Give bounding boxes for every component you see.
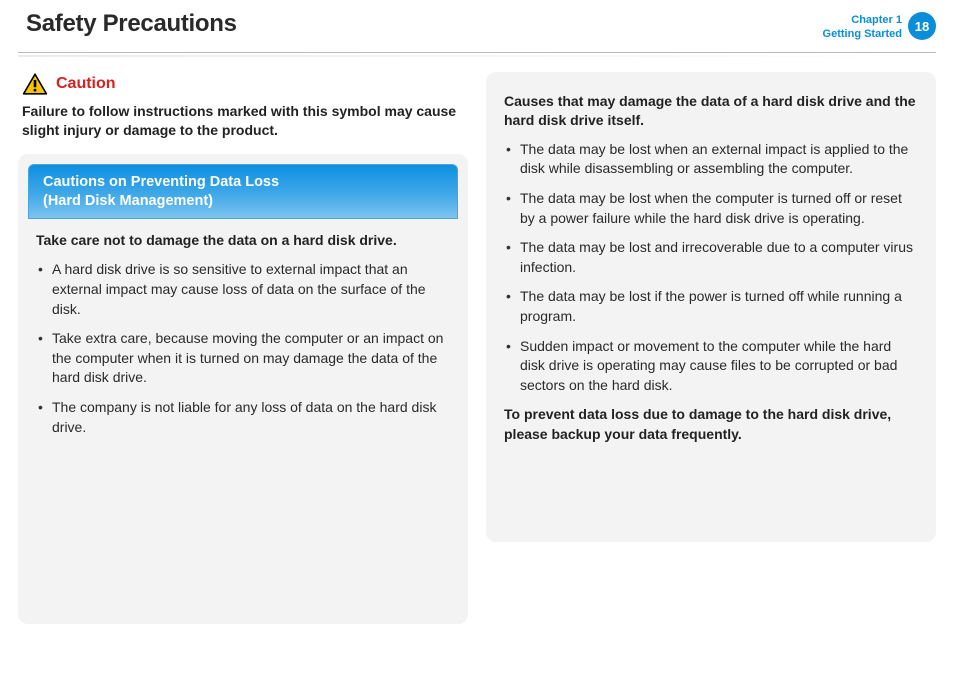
chapter-line-1: Chapter 1 <box>823 14 902 28</box>
list-item: The data may be lost when the computer i… <box>504 189 918 228</box>
left-column: Caution Failure to follow instructions m… <box>18 72 468 624</box>
right-subhead: Causes that may damage the data of a har… <box>504 92 918 130</box>
list-item: A hard disk drive is so sensitive to ext… <box>36 260 450 319</box>
right-column: Causes that may damage the data of a har… <box>486 72 936 624</box>
list-item: The data may be lost and irrecoverable d… <box>504 238 918 277</box>
page-header: Safety Precautions Chapter 1 Getting Sta… <box>0 0 954 52</box>
left-subhead: Take care not to damage the data on a ha… <box>36 231 450 250</box>
list-item: Take extra care, because moving the comp… <box>36 329 450 388</box>
caution-lead-text: Failure to follow instructions marked wi… <box>22 102 462 140</box>
banner-line-2: (Hard Disk Management) <box>43 192 443 211</box>
chapter-line-2: Getting Started <box>823 28 902 42</box>
right-panel: Causes that may damage the data of a har… <box>486 72 936 542</box>
page-number-badge: 18 <box>908 12 936 40</box>
warning-triangle-icon <box>22 72 48 96</box>
page-title: Safety Precautions <box>26 10 237 38</box>
list-item: The data may be lost when an external im… <box>504 140 918 179</box>
list-item: The data may be lost if the power is tur… <box>504 287 918 326</box>
content-columns: Caution Failure to follow instructions m… <box>0 72 954 624</box>
header-divider <box>18 52 936 58</box>
left-list: A hard disk drive is so sensitive to ext… <box>36 260 450 437</box>
caution-row: Caution <box>18 72 468 96</box>
closing-note: To prevent data loss due to damage to th… <box>504 405 918 444</box>
list-item: Sudden impact or movement to the compute… <box>504 337 918 396</box>
right-list: The data may be lost when an external im… <box>504 140 918 396</box>
left-panel: Cautions on Preventing Data Loss (Hard D… <box>18 154 468 624</box>
list-item: The company is not liable for any loss o… <box>36 398 450 437</box>
chapter-label: Chapter 1 Getting Started <box>823 10 902 42</box>
caution-label: Caution <box>56 75 116 93</box>
section-banner: Cautions on Preventing Data Loss (Hard D… <box>28 164 458 220</box>
banner-line-1: Cautions on Preventing Data Loss <box>43 173 443 192</box>
